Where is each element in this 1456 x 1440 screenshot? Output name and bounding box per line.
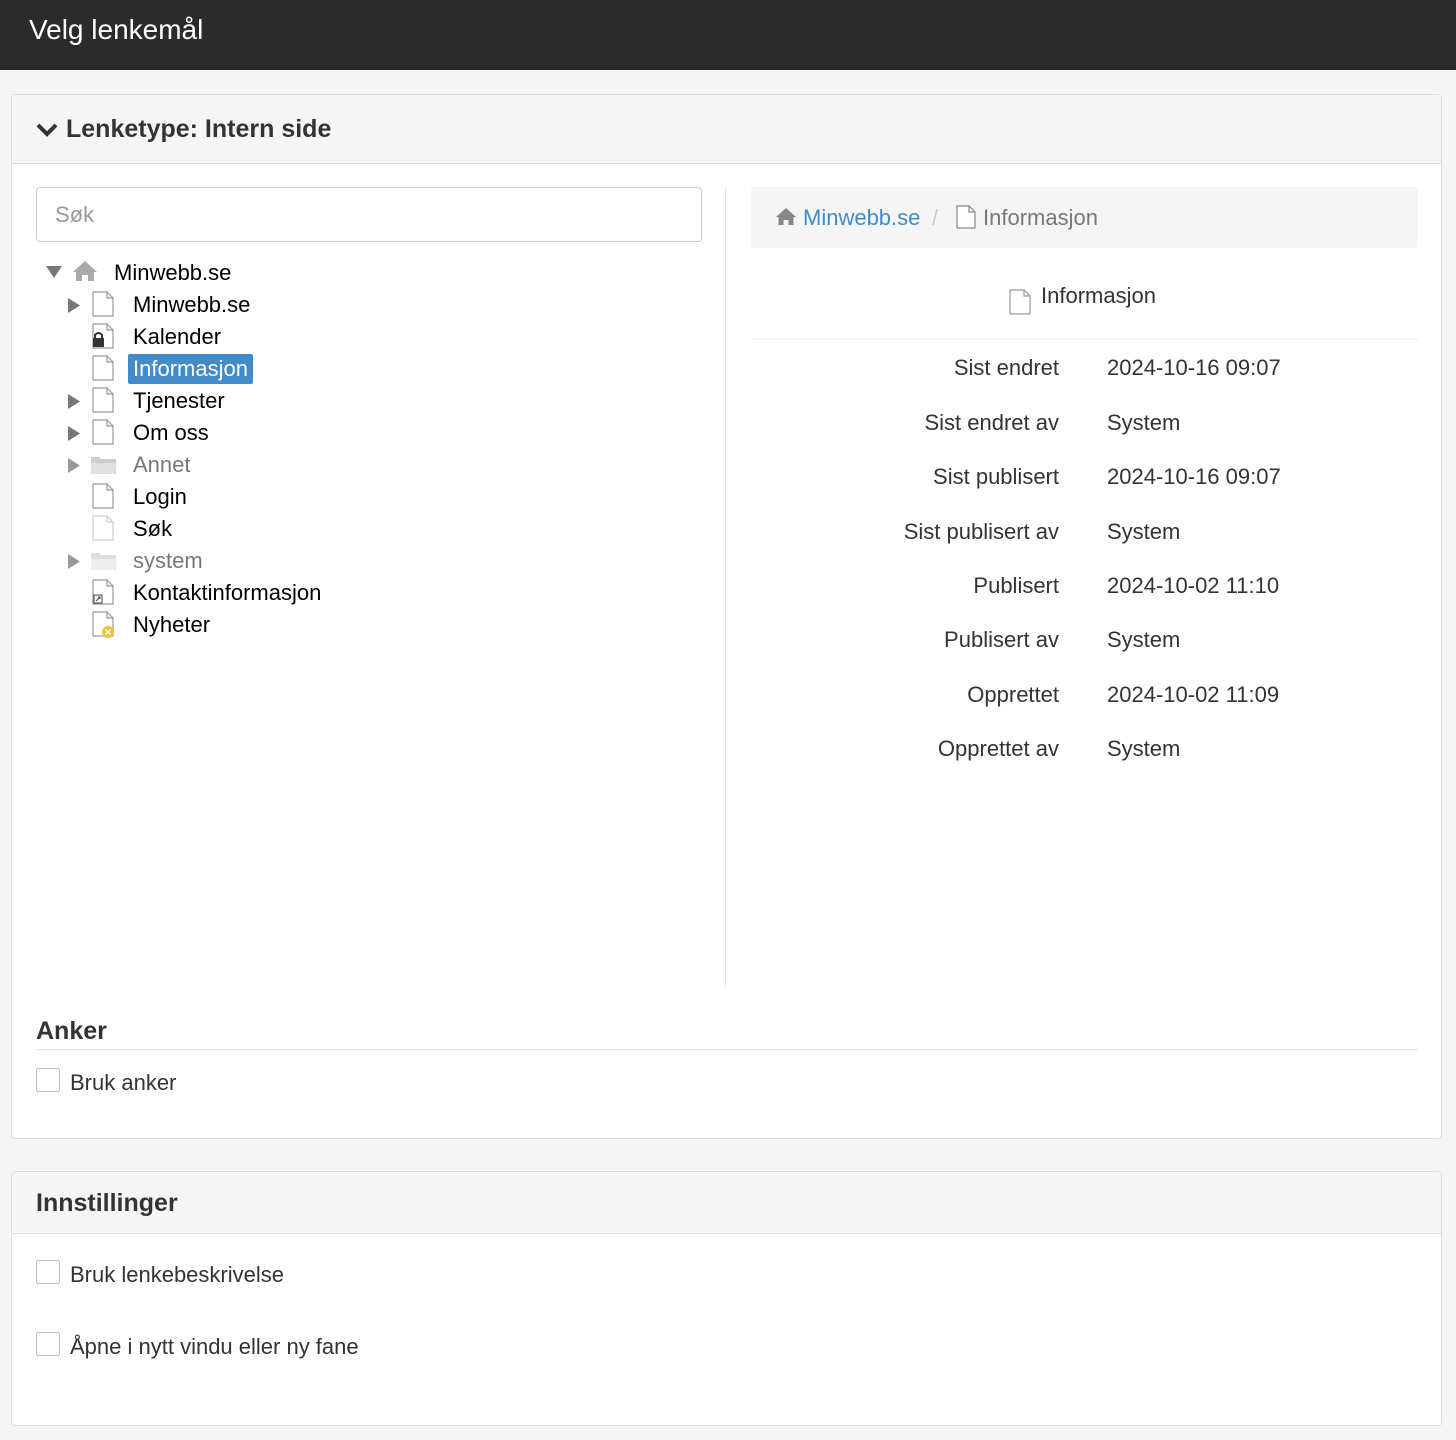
property-label: Opprettet bbox=[967, 682, 1059, 707]
link-type-panel: Lenketype: Intern side Minwebb.se Minweb… bbox=[11, 94, 1442, 1139]
chevron-down-icon bbox=[36, 96, 60, 164]
link-type-title: Lenketype: Intern side bbox=[66, 115, 332, 143]
dialog-title-bar: Velg lenkemål bbox=[0, 0, 1456, 70]
tree-item-label[interactable]: Login bbox=[128, 482, 192, 512]
property-value: System bbox=[1107, 519, 1181, 544]
property-label: Sist publisert bbox=[933, 464, 1059, 489]
open-new-window-label[interactable]: Åpne i nytt vindu eller ny fane bbox=[70, 1334, 359, 1360]
collapsed-arrow-icon[interactable] bbox=[68, 298, 80, 313]
anchor-heading: Anker bbox=[36, 1017, 107, 1045]
search-input[interactable] bbox=[36, 187, 702, 242]
page-icon bbox=[956, 205, 976, 229]
expanded-arrow-icon[interactable] bbox=[46, 266, 62, 278]
property-label: Opprettet av bbox=[937, 736, 1059, 761]
property-value: 2024-10-02 11:10 bbox=[1107, 573, 1280, 598]
tree-item-label[interactable]: Om oss bbox=[128, 418, 214, 448]
page-icon bbox=[92, 515, 114, 541]
tree-item-label[interactable]: system bbox=[128, 546, 208, 576]
page-icon bbox=[92, 355, 114, 381]
property-value: System bbox=[1107, 627, 1181, 652]
tree-item-label[interactable]: Minwebb.se bbox=[128, 290, 255, 320]
settings-heading: Innstillinger bbox=[36, 1189, 178, 1217]
breadcrumb-home-link[interactable]: Minwebb.se bbox=[803, 187, 920, 248]
locked-page-icon bbox=[92, 323, 114, 349]
page-icon bbox=[92, 291, 114, 317]
property-value: 2024-10-16 09:07 bbox=[1107, 464, 1281, 489]
settings-panel: Innstillinger Bruk lenkebeskrivelse Åpne… bbox=[11, 1171, 1442, 1426]
tree-item-label[interactable]: Annet bbox=[128, 450, 196, 480]
page-icon bbox=[1009, 289, 1031, 315]
tree-item-label[interactable]: Kalender bbox=[128, 322, 226, 352]
tree-item-label[interactable]: Nyheter bbox=[128, 610, 215, 640]
property-value: 2024-10-16 09:07 bbox=[1107, 355, 1281, 380]
open-new-window-checkbox[interactable] bbox=[36, 1332, 60, 1356]
property-label: Publisert av bbox=[944, 627, 1059, 652]
column-divider bbox=[725, 187, 726, 987]
tree-item-label[interactable]: Tjenester bbox=[128, 386, 230, 416]
page-icon bbox=[92, 419, 114, 445]
use-anchor-label[interactable]: Bruk anker bbox=[70, 1070, 176, 1096]
link-type-header[interactable]: Lenketype: Intern side bbox=[12, 95, 1441, 164]
property-label: Sist publisert av bbox=[903, 519, 1059, 544]
tree-item-label[interactable]: Kontaktinformasjon bbox=[128, 578, 326, 608]
home-icon bbox=[73, 261, 97, 281]
details-title: Informasjon bbox=[1041, 283, 1156, 308]
tree-item-label[interactable]: Informasjon bbox=[128, 354, 253, 384]
property-value: 2024-10-02 11:09 bbox=[1107, 682, 1280, 707]
home-icon bbox=[776, 208, 796, 225]
property-label: Sist endret av bbox=[924, 410, 1059, 435]
folder-icon bbox=[91, 457, 117, 474]
page-icon bbox=[92, 483, 114, 509]
collapsed-arrow-icon[interactable] bbox=[68, 426, 80, 441]
use-link-description-label[interactable]: Bruk lenkebeskrivelse bbox=[70, 1262, 284, 1288]
collapsed-arrow-icon[interactable] bbox=[68, 554, 80, 569]
use-anchor-checkbox[interactable] bbox=[36, 1068, 60, 1092]
collapsed-arrow-icon[interactable] bbox=[68, 394, 80, 409]
divider bbox=[751, 339, 1418, 340]
news-page-icon bbox=[92, 611, 114, 638]
property-value: System bbox=[1107, 736, 1181, 761]
breadcrumb-separator: / bbox=[932, 205, 939, 230]
property-value: System bbox=[1107, 410, 1181, 435]
tree-item-label[interactable]: Søk bbox=[128, 514, 177, 544]
property-label: Publisert bbox=[973, 573, 1059, 598]
collapsed-arrow-icon[interactable] bbox=[68, 458, 80, 473]
dialog-title: Velg lenkemål bbox=[29, 14, 204, 45]
property-label: Sist endret bbox=[953, 355, 1059, 380]
use-link-description-checkbox[interactable] bbox=[36, 1260, 60, 1284]
folder-icon bbox=[91, 553, 117, 570]
breadcrumb-current: Informasjon bbox=[983, 205, 1098, 230]
page-icon bbox=[92, 387, 114, 413]
shortcut-page-icon bbox=[92, 579, 114, 605]
tree-root-label[interactable]: Minwebb.se bbox=[109, 258, 236, 288]
settings-header: Innstillinger bbox=[12, 1172, 1441, 1234]
breadcrumb: Minwebb.se / Informasjon bbox=[751, 187, 1418, 248]
divider bbox=[36, 1049, 1418, 1050]
